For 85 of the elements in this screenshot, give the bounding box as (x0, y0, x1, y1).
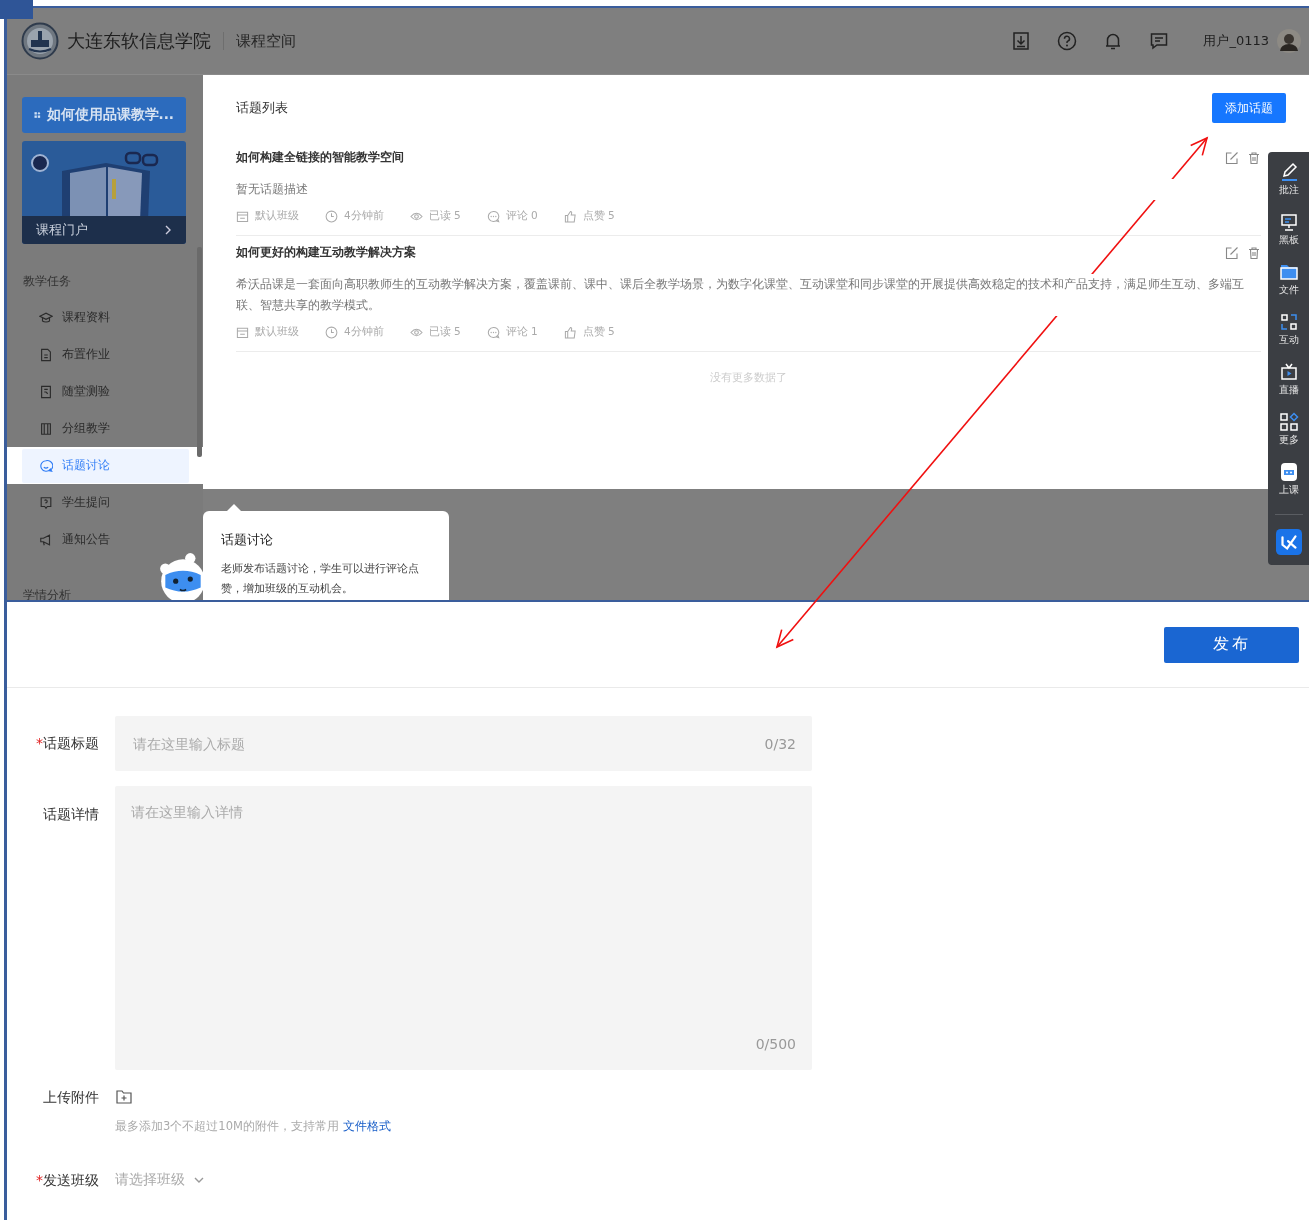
menu-item-icon (39, 384, 53, 399)
comment-count: 评论 1 (505, 325, 538, 339)
like-count: 点赞 5 (582, 209, 615, 223)
delete-icon[interactable] (1247, 150, 1261, 165)
toolbar-tool[interactable]: 黑板 (1278, 212, 1299, 262)
tool-icon (1278, 362, 1299, 382)
class-select[interactable]: 请选择班级 (115, 1171, 205, 1189)
tool-icon (1278, 312, 1299, 332)
sidebar-item[interactable]: 课程资料 (22, 300, 189, 335)
clock-icon (325, 209, 338, 223)
sidebar-item[interactable]: 布置作业 (22, 337, 189, 372)
sidebar-item[interactable]: 分组教学 (22, 411, 189, 446)
file-format-link[interactable]: 文件格式 (342, 1119, 391, 1133)
class-icon (236, 325, 249, 339)
avatar-icon[interactable] (1277, 29, 1301, 53)
course-portal-card[interactable]: 课程门户 (22, 141, 186, 244)
title-input-field[interactable]: 请在这里输入标题 (131, 734, 765, 753)
sidebar-item[interactable]: 通知公告 (22, 522, 189, 557)
tool-icon (1278, 412, 1299, 432)
toolbar-tool[interactable]: 批注 (1278, 162, 1299, 212)
portal-label: 课程门户 (36, 221, 88, 239)
class-icon (236, 209, 249, 223)
app-logo-icon[interactable] (1275, 529, 1302, 555)
topic-time: 4分钟前 (344, 325, 384, 339)
menu-item-icon (39, 532, 53, 547)
menu-item-icon (39, 421, 53, 436)
topic-time: 4分钟前 (344, 209, 384, 223)
field-label: 上传附件 (42, 1088, 100, 1107)
comment-icon (486, 325, 500, 339)
add-topic-button[interactable]: 添加话题 (1212, 93, 1286, 123)
sidebar-item[interactable]: 话题讨论 (22, 448, 189, 483)
sidebar-item[interactable]: 随堂测验 (22, 374, 189, 409)
edit-icon[interactable] (1225, 150, 1239, 165)
field-label: *话题标题 (35, 734, 100, 753)
sidebar-item[interactable]: 学生提问 (22, 485, 189, 520)
toolbar-tool[interactable]: 上课 (1278, 462, 1299, 512)
toolbar-tool[interactable]: 直播 (1278, 362, 1299, 412)
tool-icon (1278, 462, 1299, 482)
toolbar-tool[interactable]: 互动 (1278, 312, 1299, 362)
field-label: 话题详情 (42, 805, 100, 824)
download-icon[interactable] (1011, 31, 1032, 51)
user-name[interactable]: 用户_0113 (1203, 32, 1269, 50)
topic-class: 默认班级 (255, 209, 299, 223)
tooltip-text: 老师发布话题讨论，学生可以进行评论点赞，增加班级的互动机会。 (221, 561, 420, 597)
title-field[interactable]: 请在这里输入标题 0/32 (115, 716, 812, 771)
clock-icon (325, 325, 338, 339)
topic-list-title: 话题列表 (236, 99, 288, 117)
read-count: 已读 5 (428, 325, 461, 339)
thumbs-up-icon (563, 325, 577, 339)
menu-item-icon (39, 310, 53, 325)
tool-icon (1278, 212, 1299, 232)
like-count: 点赞 5 (582, 325, 615, 339)
sidebar-group-title: 教学任务 (23, 274, 71, 289)
read-count: 已读 5 (428, 209, 461, 223)
chevron-right-icon (164, 224, 172, 236)
topic-title[interactable]: 如何构建全链接的智能教学空间 (236, 149, 1217, 166)
delete-icon[interactable] (1247, 245, 1261, 260)
attachment-hint: 最多添加3个不超过10M的附件，支持常用 文件格式 (115, 1119, 392, 1134)
publish-button[interactable]: 发布 (1164, 626, 1299, 663)
menu-item-icon (39, 347, 53, 362)
add-file-icon[interactable] (115, 1088, 133, 1106)
field-label: *发送班级 (35, 1171, 100, 1190)
school-name: 大连东软信息学院 (67, 29, 211, 53)
menu-item-icon (39, 458, 53, 473)
message-icon[interactable] (1149, 31, 1170, 51)
character-counter: 0/32 (764, 735, 796, 752)
detail-text-area[interactable]: 请在这里输入详情 (131, 804, 796, 1004)
tooltip-title: 话题讨论 (221, 531, 274, 549)
character-counter: 0/500 (755, 1036, 796, 1052)
section-title: 课程空间 (236, 31, 296, 51)
detail-field[interactable]: 请在这里输入详情 0/500 (115, 786, 812, 1070)
topic-title[interactable]: 如何更好的构建互动教学解决方案 (236, 244, 1217, 261)
comment-count: 评论 0 (505, 209, 538, 223)
guide-button[interactable]: 如何使用品课教学... (22, 97, 186, 133)
thumbs-up-icon (563, 209, 577, 223)
comment-icon (486, 209, 500, 223)
tool-icon (1278, 262, 1299, 282)
school-logo-icon (21, 22, 59, 60)
help-icon[interactable] (1057, 31, 1078, 51)
toolbar-tool[interactable]: 文件 (1278, 262, 1299, 312)
edit-icon[interactable] (1225, 245, 1239, 260)
sidebar-group-title: 学情分析 (23, 588, 71, 600)
toolbar-tool[interactable]: 更多 (1278, 412, 1299, 462)
topic-class: 默认班级 (255, 325, 299, 339)
menu-item-icon (39, 495, 53, 510)
